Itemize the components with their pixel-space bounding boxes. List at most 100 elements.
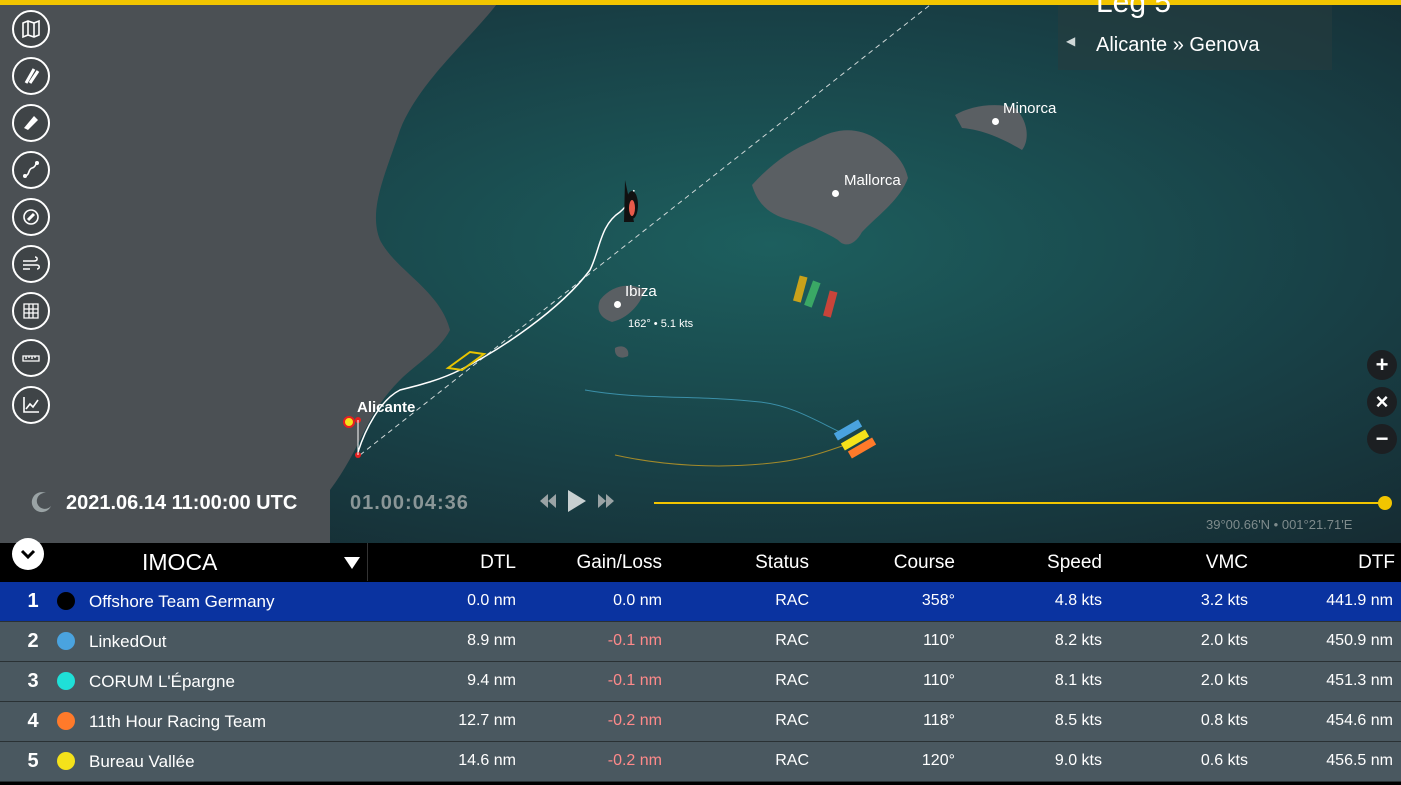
place-ibiza: Ibiza	[625, 283, 657, 300]
place-mallorca: Mallorca	[844, 172, 901, 189]
cell-speed: 8.2 kts	[1054, 632, 1102, 649]
leaderboard: IMOCA DTL Gain/Loss Status Course Speed …	[0, 538, 1401, 785]
header-course[interactable]: Course	[894, 552, 955, 574]
close-button[interactable]: ×	[1367, 387, 1397, 417]
zoom-in-button[interactable]: +	[1367, 350, 1397, 380]
table-row[interactable]: 3 CORUM L'Épargne 9.4 nm -0.1 nm RAC 110° 8.1 …	[0, 662, 1401, 702]
rewind-icon[interactable]	[540, 494, 556, 508]
header-dtf[interactable]: DTF	[1358, 552, 1395, 574]
cursor-coordinates: 39°00.66'N • 001°21.71'E	[1206, 517, 1353, 532]
class-selector[interactable]: IMOCA	[0, 543, 368, 581]
cell-status: RAC	[775, 752, 809, 769]
cell-course: 120°	[921, 752, 955, 769]
chevron-down-icon	[20, 549, 36, 560]
ibiza-marker	[614, 301, 621, 308]
cell-vmc: 2.0 kts	[1200, 632, 1248, 649]
cell-vmc: 0.6 kts	[1200, 752, 1248, 769]
collapse-button[interactable]	[12, 538, 44, 570]
header-status[interactable]: Status	[755, 552, 809, 574]
team-color-dot	[57, 672, 75, 690]
cell-status: RAC	[775, 712, 809, 729]
play-icon[interactable]	[568, 490, 586, 512]
tag-icon[interactable]	[12, 104, 50, 142]
zoom-out-button[interactable]: −	[1367, 424, 1397, 454]
leg-title: Leg 5	[1096, 0, 1172, 19]
cell-dtf: 451.3 nm	[1326, 672, 1393, 689]
place-minorca: Minorca	[1003, 100, 1057, 117]
cell-dtf: 454.6 nm	[1326, 712, 1393, 729]
table-row[interactable]: 2 LinkedOut 8.9 nm -0.1 nm RAC 110° 8.2 kts 2.0…	[0, 622, 1401, 662]
map-toolbar	[12, 10, 54, 433]
timeline-track[interactable]	[654, 502, 1384, 504]
current-datetime: 2021.06.14 11:00:00 UTC	[66, 492, 298, 514]
cell-status: RAC	[775, 632, 809, 649]
team-name: Bureau Vallée	[89, 752, 195, 771]
team-color-dot	[57, 752, 75, 770]
compass-icon[interactable]	[12, 198, 50, 236]
cell-dtl: 14.6 nm	[458, 752, 516, 769]
cell-gain-loss: -0.1 nm	[607, 672, 662, 689]
map-canvas	[0, 0, 1401, 543]
cell-status: RAC	[775, 672, 809, 689]
cell-course: 110°	[923, 632, 955, 649]
cell-dtf: 456.5 nm	[1326, 752, 1393, 769]
cell-gain-loss: -0.2 nm	[607, 752, 662, 769]
cell-vmc: 2.0 kts	[1200, 672, 1248, 689]
cell-dtl: 0.0 nm	[467, 592, 516, 609]
playback-controls	[540, 490, 614, 512]
team-name: 11th Hour Racing Team	[89, 712, 267, 731]
table-row[interactable]: 4 11th Hour Racing Team 12.7 nm -0.2 nm RAC 1…	[0, 702, 1401, 742]
table-row[interactable]: 5 Bureau Vallée 14.6 nm -0.2 nm RAC 120° 9.0 k…	[0, 742, 1401, 782]
leaderboard-header: IMOCA DTL Gain/Loss Status Course Speed …	[0, 538, 1401, 581]
team-name: CORUM L'Épargne	[89, 672, 235, 691]
cell-vmc: 3.2 kts	[1200, 592, 1248, 609]
wind-readout: 162° • 5.1 kts	[628, 318, 694, 330]
map-icon[interactable]	[12, 10, 50, 48]
cell-course: 118°	[923, 712, 955, 729]
header-dtl[interactable]: DTL	[480, 552, 516, 574]
dropdown-caret-icon	[344, 557, 360, 569]
cell-gain-loss: -0.2 nm	[607, 712, 662, 729]
rank: 5	[27, 750, 39, 772]
cell-dtf: 441.9 nm	[1326, 592, 1393, 609]
cell-speed: 9.0 kts	[1054, 752, 1102, 769]
cell-dtl: 9.4 nm	[467, 672, 516, 689]
cell-dtf: 450.9 nm	[1326, 632, 1393, 649]
rank: 3	[27, 670, 39, 692]
ruler-icon[interactable]	[12, 339, 50, 377]
cell-speed: 8.5 kts	[1054, 712, 1102, 729]
timeline-slider-handle[interactable]	[1378, 496, 1392, 510]
cell-vmc: 0.8 kts	[1200, 712, 1248, 729]
sails-icon[interactable]	[12, 57, 50, 95]
header-gain-loss[interactable]: Gain/Loss	[576, 552, 662, 574]
route-icon[interactable]	[12, 151, 50, 189]
cell-speed: 4.8 kts	[1054, 592, 1102, 609]
chart-icon[interactable]	[12, 386, 50, 424]
leg-prev-icon[interactable]: ◀	[1066, 34, 1075, 48]
rank: 1	[27, 590, 39, 612]
place-alicante: Alicante	[357, 399, 416, 416]
rank: 2	[27, 630, 39, 652]
team-color-dot	[57, 712, 75, 730]
cell-dtl: 8.9 nm	[467, 632, 516, 649]
wind-icon[interactable]	[12, 245, 50, 283]
class-name: IMOCA	[142, 549, 218, 575]
team-color-dot	[57, 592, 75, 610]
team-name: Offshore Team Germany	[89, 592, 275, 611]
rank: 4	[27, 710, 39, 732]
elapsed-time: 01.00:04:36	[350, 492, 469, 514]
cell-speed: 8.1 kts	[1054, 672, 1102, 689]
leg-route: Alicante » Genova	[1096, 34, 1260, 56]
cell-status: RAC	[775, 592, 809, 609]
minorca-marker	[992, 118, 999, 125]
header-speed[interactable]: Speed	[1047, 552, 1102, 574]
cell-gain-loss: -0.1 nm	[607, 632, 662, 649]
header-vmc[interactable]: VMC	[1206, 552, 1248, 574]
fast-forward-icon[interactable]	[598, 494, 614, 508]
table-row[interactable]: 1 Offshore Team Germany 0.0 nm 0.0 nm RAC 358…	[0, 582, 1401, 622]
race-map[interactable]: ◀ Leg 5 Alicante » Genova Minorca Mallor…	[0, 0, 1401, 543]
team-color-dot	[57, 632, 75, 650]
cell-course: 110°	[923, 672, 955, 689]
cell-course: 358°	[921, 592, 955, 609]
grid-icon[interactable]	[12, 292, 50, 330]
